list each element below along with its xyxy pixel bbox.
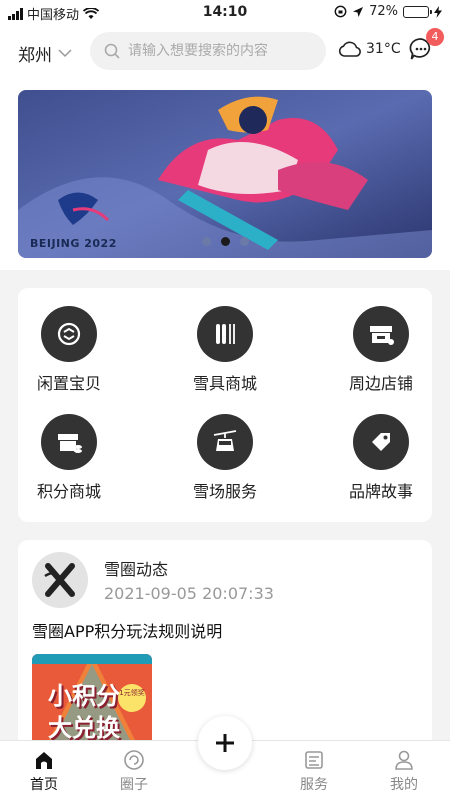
banner-carousel[interactable]: BEIJING 2022 (18, 90, 432, 258)
promo-line-1: 小积分 (48, 682, 120, 710)
tab-label: 服务 (300, 777, 328, 793)
promo-line-2: 大兑换 (48, 714, 120, 742)
grid-item-ski-store[interactable]: 雪具商城 (170, 306, 280, 394)
post-author: 雪圈动态 (104, 560, 169, 579)
grid-item-label: 闲置宝贝 (36, 374, 101, 393)
points-store-icon (58, 434, 82, 453)
message-button[interactable]: 4 (408, 28, 444, 64)
status-bar: 中国移动 14:10 72% (0, 0, 450, 24)
city-selector[interactable]: 郑州 (18, 41, 72, 66)
tab-circle[interactable]: 圈子 (104, 749, 164, 794)
cloud-icon (338, 41, 361, 57)
plus-icon (216, 734, 234, 752)
avatar[interactable] (32, 552, 88, 608)
circle-icon (124, 750, 144, 770)
crossed-skis-icon (44, 563, 75, 597)
tab-label: 我的 (390, 777, 418, 793)
tab-label: 圈子 (120, 777, 148, 793)
rotation-lock-icon (334, 5, 347, 18)
home-icon (36, 752, 52, 769)
grid-item-points-mall[interactable]: 积分商城 (14, 414, 124, 502)
grid-item-label: 雪场服务 (192, 482, 257, 501)
grid-item-nearby-shops[interactable]: 周边店铺 (326, 306, 436, 394)
charging-icon (434, 5, 442, 18)
grid-item-label: 品牌故事 (348, 482, 413, 501)
top-header: 郑州 31°C 4 (0, 24, 450, 86)
weather[interactable]: 31°C (338, 40, 401, 58)
service-icon (305, 751, 323, 769)
battery-icon (403, 5, 432, 18)
tab-service[interactable]: 服务 (284, 749, 344, 794)
chevron-down-icon (58, 49, 72, 58)
grid-item-brand-story[interactable]: 品牌故事 (326, 414, 436, 502)
search-bar[interactable] (90, 32, 326, 70)
ski-equipment-icon (216, 324, 235, 344)
carousel-dot[interactable] (239, 237, 249, 246)
carousel-dot[interactable] (201, 237, 211, 246)
search-input[interactable] (128, 43, 308, 59)
battery-percent: 72% (369, 4, 398, 19)
grid-item-label: 积分商城 (36, 482, 101, 501)
tab-home[interactable]: 首页 (14, 749, 74, 794)
grid-item-idle-goods[interactable]: 闲置宝贝 (14, 306, 124, 394)
carousel-dots (18, 237, 432, 246)
search-icon (104, 43, 120, 59)
store-icon (370, 326, 394, 345)
location-icon (353, 6, 364, 17)
post-time: 2021-09-05 20:07:33 (104, 584, 274, 603)
add-post-button[interactable] (198, 716, 252, 770)
user-icon (395, 750, 413, 770)
tab-mine[interactable]: 我的 (374, 749, 434, 794)
tag-icon (372, 433, 390, 451)
tab-label: 首页 (30, 777, 58, 793)
carousel-dot[interactable] (220, 237, 230, 246)
grid-item-ski-resort-service[interactable]: 雪场服务 (170, 414, 280, 502)
banner-section: BEIJING 2022 (0, 86, 450, 270)
temperature-label: 31°C (366, 41, 401, 57)
cable-car-icon (213, 430, 237, 451)
feature-grid: 闲置宝贝 雪具商城 周边店铺 积分商城 雪场服务 品牌故事 (18, 288, 432, 522)
promo-badge: 1元领奖 (118, 684, 146, 712)
city-label: 郑州 (18, 46, 52, 66)
grid-item-label: 周边店铺 (348, 374, 413, 393)
post-title[interactable]: 雪圈APP积分玩法规则说明 (32, 618, 222, 642)
message-badge: 4 (426, 28, 444, 46)
grid-item-label: 雪具商城 (192, 374, 257, 393)
recycle-icon (57, 322, 81, 346)
banner-image (18, 90, 432, 258)
